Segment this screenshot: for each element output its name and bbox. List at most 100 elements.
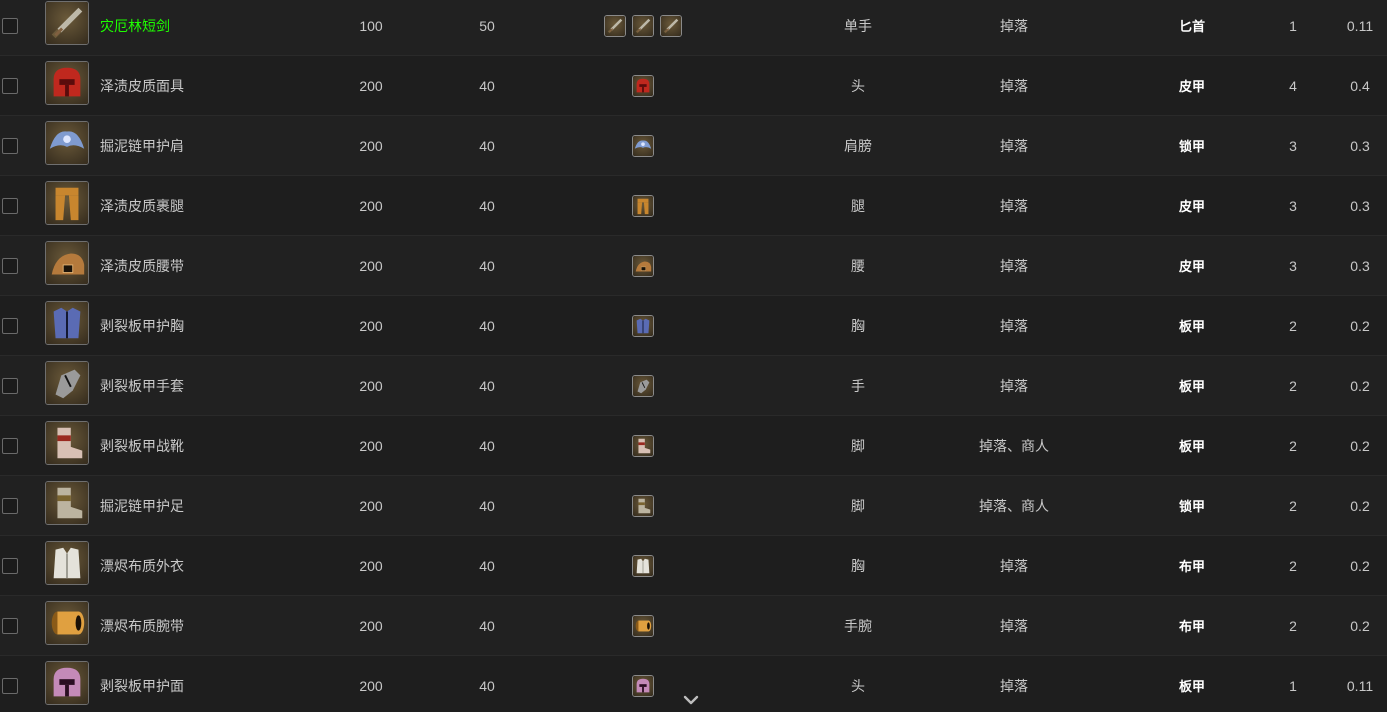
appearance-dagger-icon[interactable] (632, 14, 654, 37)
item-slot: 脚 (851, 497, 865, 514)
item-count: 1 (1289, 17, 1297, 34)
row-checkbox[interactable] (2, 618, 18, 634)
item-slot: 脚 (851, 437, 865, 454)
item-slot: 肩膀 (844, 137, 872, 154)
drop-rate: 0.11 (1346, 677, 1374, 694)
row-checkbox[interactable] (2, 438, 18, 454)
appearance-shoulder-icon[interactable] (632, 134, 654, 157)
row-checkbox[interactable] (2, 318, 18, 334)
drop-rate: 0.2 (1350, 317, 1370, 334)
required-level: 40 (479, 377, 495, 394)
table-row[interactable]: 剥裂板甲战靴 200 40 脚 掉落、商人 板甲 2 0.2 (0, 416, 1387, 476)
item-name[interactable]: 掘泥链甲护足 (100, 476, 300, 535)
shoulder-icon[interactable] (45, 121, 89, 165)
item-type: 布甲 (1178, 619, 1205, 634)
row-checkbox[interactable] (2, 138, 18, 154)
item-level: 200 (359, 377, 383, 394)
row-checkbox[interactable] (2, 558, 18, 574)
helmet-icon[interactable] (45, 61, 89, 105)
item-name[interactable]: 灾厄林短剑 (100, 0, 300, 55)
required-level: 40 (479, 257, 495, 274)
row-checkbox[interactable] (2, 198, 18, 214)
drop-rate: 0.11 (1346, 17, 1374, 34)
robe-icon[interactable] (45, 541, 89, 585)
belt-icon[interactable] (45, 241, 89, 285)
item-type: 板甲 (1178, 319, 1205, 334)
appearance-boots-icon[interactable] (632, 494, 654, 517)
appearance-bracer-icon[interactable] (632, 614, 654, 637)
item-source: 掉落 (1000, 617, 1028, 634)
boots-icon[interactable] (45, 421, 89, 465)
drop-rate: 0.3 (1350, 137, 1370, 154)
appearance-belt-icon[interactable] (632, 254, 654, 277)
row-checkbox[interactable] (2, 258, 18, 274)
item-name[interactable]: 剥裂板甲护面 (100, 656, 300, 712)
helmet-icon[interactable] (45, 661, 89, 705)
table-row[interactable]: 漂烬布质腕带 200 40 手腕 掉落 布甲 2 0.2 (0, 596, 1387, 656)
bracer-icon[interactable] (45, 601, 89, 645)
item-slot: 头 (851, 77, 865, 94)
table-row[interactable]: 剥裂板甲护胸 200 40 胸 掉落 板甲 2 0.2 (0, 296, 1387, 356)
chevron-down-icon[interactable] (680, 692, 702, 708)
item-name[interactable]: 泽渍皮质裹腿 (100, 176, 300, 235)
item-source: 掉落 (1000, 17, 1028, 34)
item-name[interactable]: 漂烬布质外衣 (100, 536, 300, 595)
item-type: 匕首 (1178, 19, 1205, 34)
appearance-helmet-icon[interactable] (632, 74, 654, 97)
item-name[interactable]: 剥裂板甲战靴 (100, 416, 300, 475)
row-checkbox[interactable] (2, 498, 18, 514)
item-slot: 单手 (844, 17, 872, 34)
required-level: 40 (479, 497, 495, 514)
appearance-robe-icon[interactable] (632, 554, 654, 577)
chest-icon[interactable] (45, 301, 89, 345)
appearance-gloves-icon[interactable] (632, 374, 654, 397)
item-name[interactable]: 剥裂板甲护胸 (100, 296, 300, 355)
item-type: 板甲 (1178, 439, 1205, 454)
gloves-icon[interactable] (45, 361, 89, 405)
drop-rate: 0.2 (1350, 377, 1370, 394)
appearance-helmet-icon[interactable] (632, 674, 654, 697)
item-table: 灾厄林短剑 100 50 单手 掉落 匕首 1 0.11 泽渍皮质面具 200 40 头掉落 皮甲 4 0.… (0, 0, 1387, 712)
appearance-icons (583, 176, 703, 235)
required-level: 50 (479, 17, 495, 34)
legs-icon[interactable] (45, 181, 89, 225)
required-level: 40 (479, 137, 495, 154)
item-count: 2 (1289, 557, 1297, 574)
table-row[interactable]: 漂烬布质外衣 200 40 胸 掉落 布甲 2 0.2 (0, 536, 1387, 596)
required-level: 40 (479, 677, 495, 694)
item-level: 200 (359, 437, 383, 454)
item-name[interactable]: 泽渍皮质面具 (100, 56, 300, 115)
item-type: 锁甲 (1178, 499, 1205, 514)
appearance-icons (583, 296, 703, 355)
table-row[interactable]: 掘泥链甲护足 200 40 脚 掉落、商人 锁甲 2 0.2 (0, 476, 1387, 536)
appearance-dagger-icon[interactable] (660, 14, 682, 37)
row-checkbox[interactable] (2, 678, 18, 694)
boots-icon[interactable] (45, 481, 89, 525)
appearance-boots-icon[interactable] (632, 434, 654, 457)
item-count: 2 (1289, 617, 1297, 634)
appearance-chest-icon[interactable] (632, 314, 654, 337)
table-row[interactable]: 泽渍皮质腰带 200 40 腰 掉落 皮甲 3 0.3 (0, 236, 1387, 296)
row-checkbox[interactable] (2, 78, 18, 94)
item-slot: 手 (851, 377, 865, 394)
row-checkbox[interactable] (2, 378, 18, 394)
dagger-icon[interactable] (45, 1, 89, 45)
item-name[interactable]: 掘泥链甲护肩 (100, 116, 300, 175)
table-row[interactable]: 泽渍皮质面具 200 40 头 掉落 皮甲 4 0.4 (0, 56, 1387, 116)
appearance-dagger-icon[interactable] (604, 14, 626, 37)
item-source: 掉落 (1000, 377, 1028, 394)
table-row[interactable]: 泽渍皮质裹腿 200 40 腿 掉落 皮甲 3 0.3 (0, 176, 1387, 236)
item-count: 3 (1289, 197, 1297, 214)
item-name[interactable]: 泽渍皮质腰带 (100, 236, 300, 295)
table-row[interactable]: 灾厄林短剑 100 50 单手 掉落 匕首 1 0.11 (0, 0, 1387, 56)
item-count: 2 (1289, 497, 1297, 514)
appearance-legs-icon[interactable] (632, 194, 654, 217)
item-type: 布甲 (1178, 559, 1205, 574)
row-checkbox[interactable] (2, 18, 18, 34)
item-name[interactable]: 漂烬布质腕带 (100, 596, 300, 655)
item-level: 200 (359, 677, 383, 694)
table-row[interactable]: 剥裂板甲手套 200 40 手 掉落 板甲 2 0.2 (0, 356, 1387, 416)
table-row[interactable]: 掘泥链甲护肩 200 40 肩膀 掉落 锁甲 3 0.3 (0, 116, 1387, 176)
item-name[interactable]: 剥裂板甲手套 (100, 356, 300, 415)
item-count: 2 (1289, 377, 1297, 394)
